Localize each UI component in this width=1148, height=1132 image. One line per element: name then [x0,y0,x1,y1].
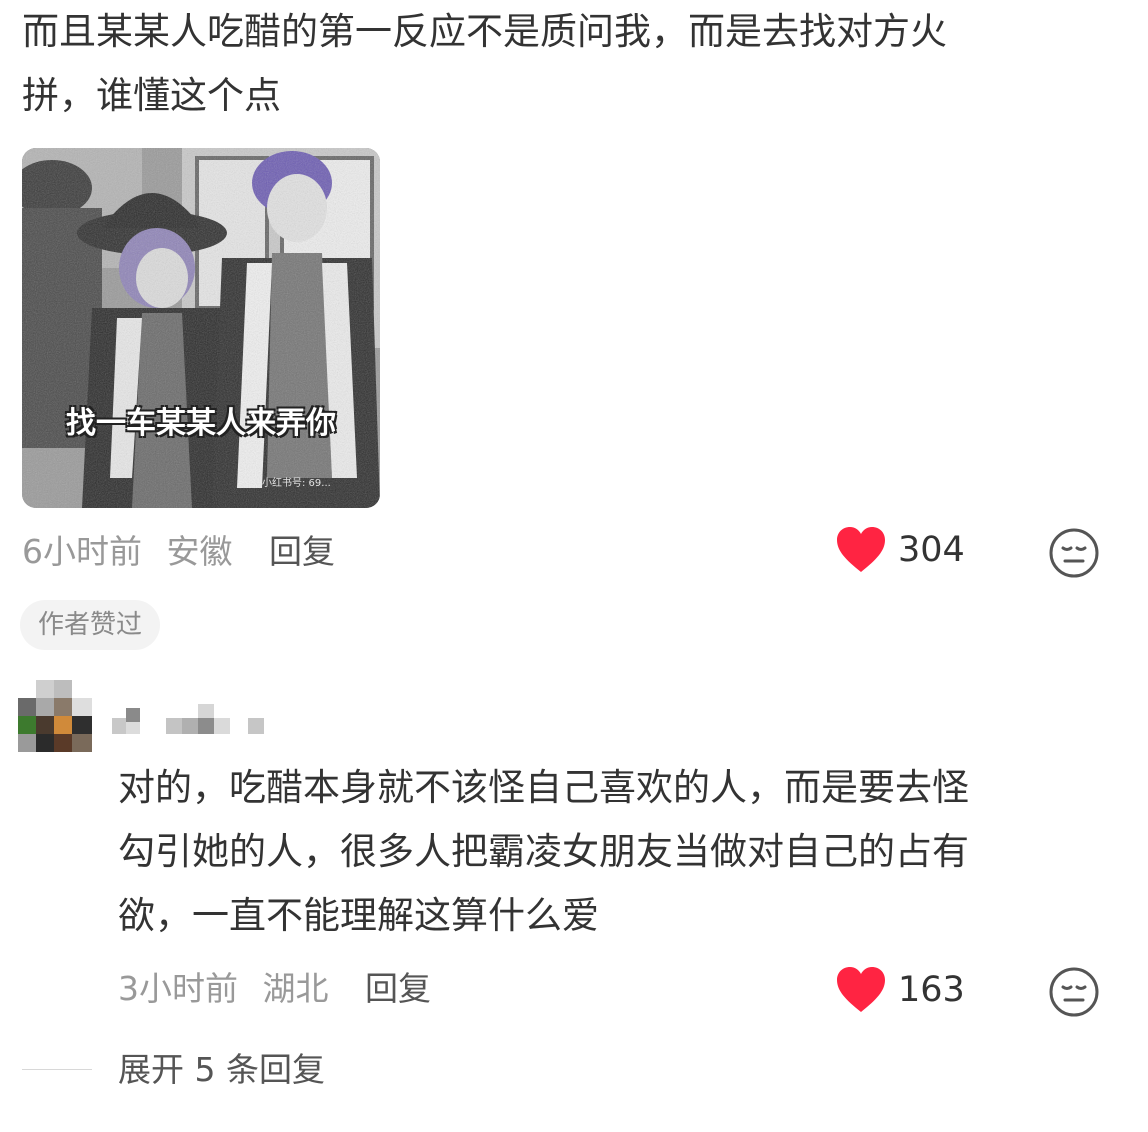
comment-2-like-count: 163 [898,970,965,1010]
anime-meme-image [22,148,380,508]
comment-1-time: 6小时前 [22,532,142,571]
heart-icon [837,527,885,572]
comment-1-like-count: 304 [898,530,965,570]
comment-1-line-2: 拼，谁懂这个点 [22,74,281,117]
comment-1-image[interactable]: 找一车某某人来弄你 小红书号: 69... [22,148,380,508]
comment-2-time: 3小时前 [118,969,238,1008]
meme-watermark: 小红书号: 69... [262,478,331,489]
comment-2-line-1: 对的，吃醋本身就不该怪自己喜欢的人，而是要去怪 [118,766,969,809]
expand-divider [22,1069,92,1070]
neutral-face-icon [1049,967,1099,1017]
comment-1-emoji-button[interactable] [1048,527,1100,583]
blurred-username-icon [112,704,264,734]
avatar[interactable] [18,680,92,752]
comment-2-location: 湖北 [262,969,329,1008]
meme-caption: 找一车某某人来弄你 [66,406,336,441]
comment-2-like-button[interactable]: 163 [836,966,965,1014]
comment-1-line-1: 而且某某人吃醋的第一反应不是质问我，而是去找对方火 [22,10,947,53]
pixelated-avatar-icon [18,680,92,752]
comment-2-reply-button[interactable]: 回复 [365,969,431,1008]
author-liked-badge: 作者赞过 [20,600,161,650]
expand-replies-button[interactable]: 展开 5 条回复 [118,1050,325,1090]
comment-2-meta: 3小时前 湖北 回复 [118,969,431,1009]
username-masked[interactable] [108,700,278,736]
comment-1-like-button[interactable]: 304 [836,526,965,574]
heart-icon [837,967,885,1012]
comment-2-line-3: 欲，一直不能理解这算什么爱 [118,894,599,937]
comment-1-location: 安徽 [166,532,233,571]
comment-2-emoji-button[interactable] [1048,966,1100,1022]
comment-2-line-2: 勾引她的人，很多人把霸凌女朋友当做对自己的占有 [118,830,969,873]
comment-2-text: 对的，吃醋本身就不该怪自己喜欢的人，而是要去怪 勾引她的人，很多人把霸凌女朋友当… [118,756,1128,948]
comment-1-reply-button[interactable]: 回复 [269,532,335,571]
comment-1-meta: 6小时前 安徽 回复 [22,532,335,572]
neutral-face-icon [1049,528,1099,578]
comment-1-text: 而且某某人吃醋的第一反应不是质问我，而是去找对方火 拼，谁懂这个点 [22,0,1132,128]
